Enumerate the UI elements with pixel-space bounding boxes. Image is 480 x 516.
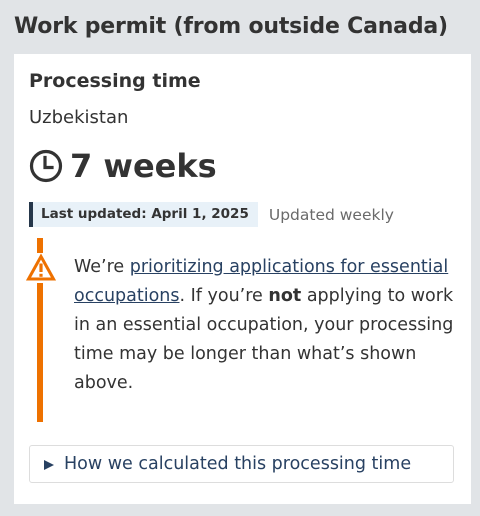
alert-message: We’re prioritizing applications for esse…: [74, 253, 456, 398]
warning-alert: We’re prioritizing applications for esse…: [25, 238, 457, 422]
update-frequency: Updated weekly: [268, 205, 394, 224]
country-name: Uzbekistan: [29, 107, 129, 128]
alert-middle: . If you’re: [179, 286, 269, 306]
processing-time-row: 7 weeks: [29, 146, 217, 186]
page-title: Work permit (from outside Canada): [14, 14, 448, 39]
processing-time-value: 7 weeks: [70, 147, 217, 185]
last-updated-label: Last updated: April 1, 2025: [29, 202, 258, 227]
card-heading: Processing time: [29, 70, 201, 92]
alert-emphasis: not: [268, 286, 302, 306]
triangle-right-icon: [42, 457, 56, 471]
calculation-details-toggle[interactable]: How we calculated this processing time: [29, 445, 454, 483]
clock-icon: [29, 149, 63, 183]
warning-icon: [25, 253, 57, 283]
processing-time-card: Processing time Uzbekistan 7 weeks Last …: [14, 54, 471, 504]
details-label: How we calculated this processing time: [64, 454, 412, 474]
updated-row: Last updated: April 1, 2025 Updated week…: [29, 202, 394, 227]
alert-prefix: We’re: [74, 257, 130, 277]
